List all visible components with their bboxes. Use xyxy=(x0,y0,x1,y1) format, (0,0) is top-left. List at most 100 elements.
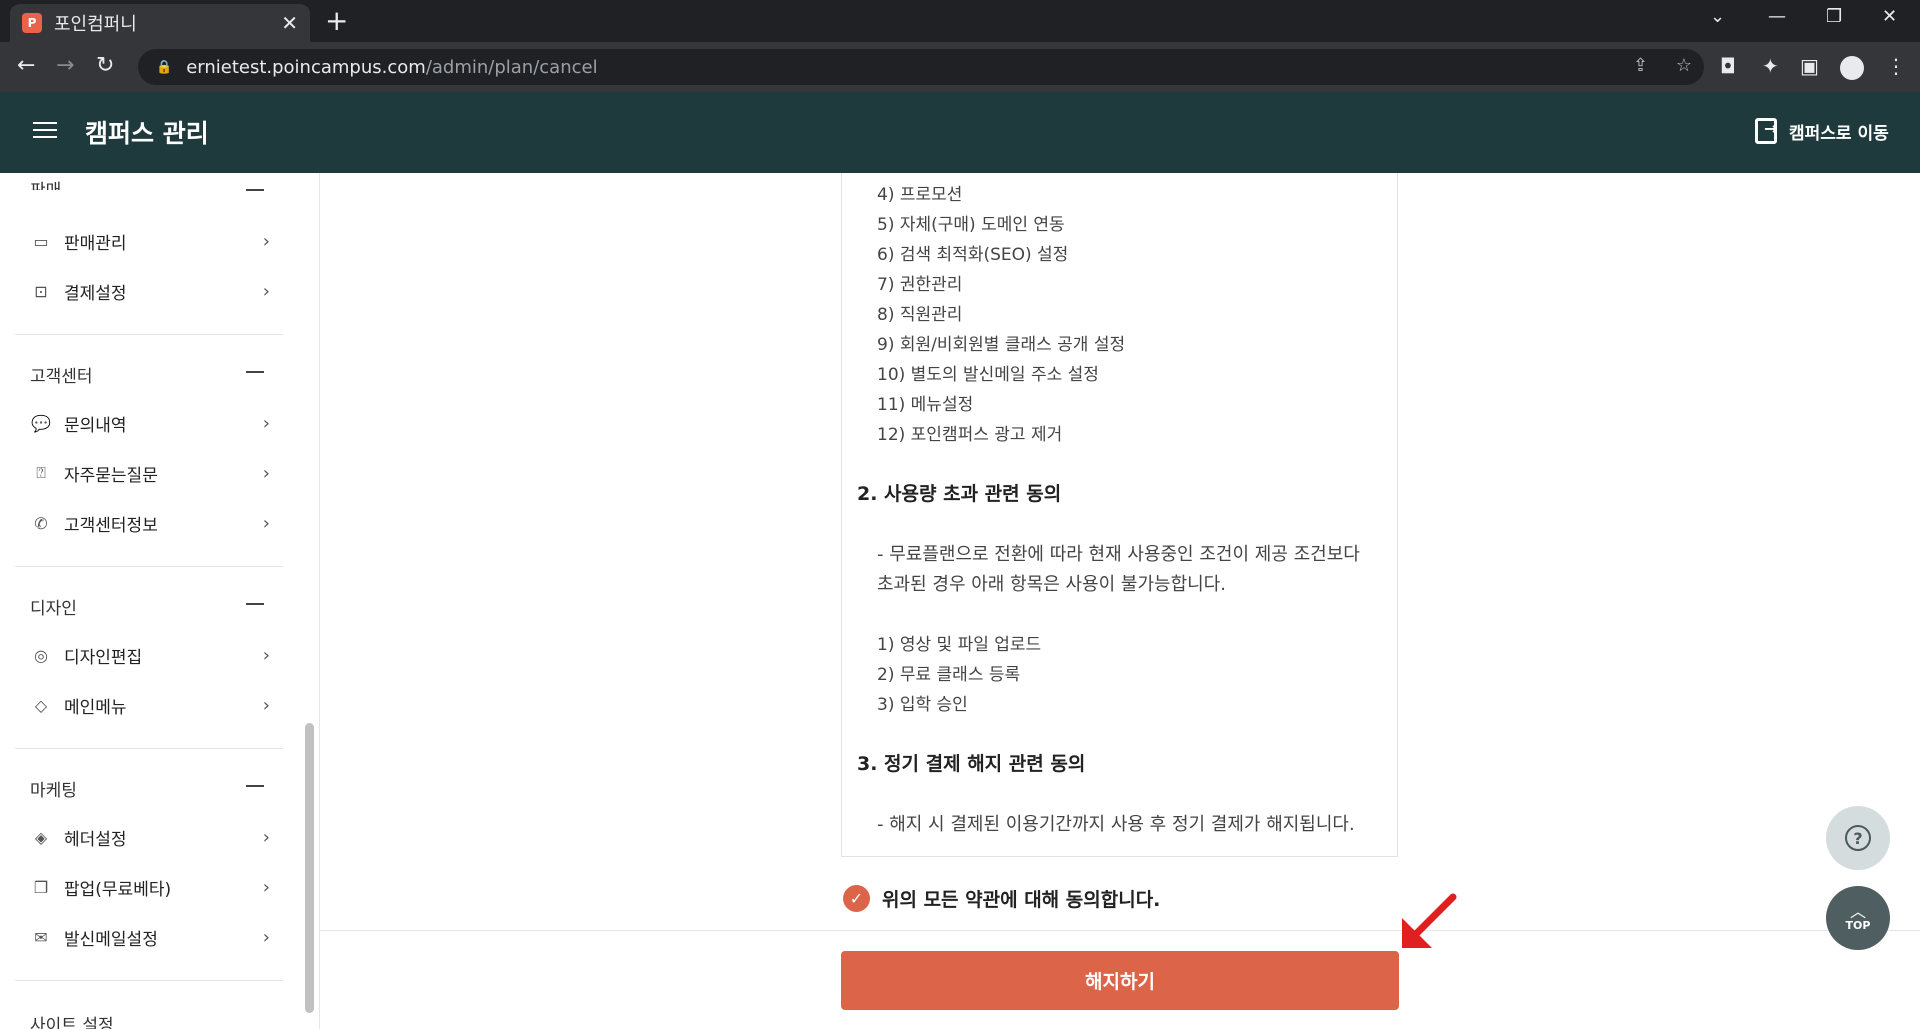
divider xyxy=(15,566,283,567)
divider xyxy=(15,748,283,749)
terms-heading: 2. 사용량 초과 관련 동의 xyxy=(857,483,1062,505)
page-title: 캠퍼스 관리 xyxy=(85,119,209,148)
terms-list-item: 10) 별도의 발신메일 주소 설정 xyxy=(877,365,1099,385)
browser-tabbar: P 포인컴퍼니 ✕ + ⌄ — ❐ ✕ xyxy=(0,0,1920,42)
sidebar-item-label: 문의내역 xyxy=(64,415,127,436)
terms-list-item: 2) 무료 클래스 등록 xyxy=(877,665,1021,685)
terms-list-item: 6) 검색 최적화(SEO) 설정 xyxy=(877,245,1069,265)
chevron-right-icon: › xyxy=(262,280,270,302)
profile-avatar[interactable] xyxy=(1840,56,1864,80)
sidebar-scrollbar[interactable] xyxy=(305,723,314,1013)
annotation-arrow-icon xyxy=(1402,893,1457,948)
tab-close-icon[interactable]: ✕ xyxy=(281,11,298,35)
terms-heading: 3. 정기 결제 해지 관련 동의 xyxy=(857,753,1086,775)
terms-list-item: 4) 프로모션 xyxy=(877,185,963,205)
sidebar-item-main-menu[interactable]: ◇ 메인메뉴 › xyxy=(30,687,270,723)
agree-checkbox[interactable]: ✓ 위의 모든 약관에 대해 동의합니다. xyxy=(843,885,1160,912)
terms-list-item: 5) 자체(구매) 도메인 연동 xyxy=(877,215,1065,235)
chevron-up-icon: ︿ xyxy=(1849,901,1866,921)
sidebar-item-label: 디자인편집 xyxy=(64,647,143,668)
palette-icon: ◎ xyxy=(34,645,48,665)
site-favicon-icon: P xyxy=(22,13,42,33)
sidebar-item-design-edit[interactable]: ◎ 디자인편집 › xyxy=(30,637,270,673)
sidebar-item-payment-settings[interactable]: ⊡ 결제설정 › xyxy=(30,273,270,309)
scroll-top-button[interactable]: ︿ TOP xyxy=(1826,886,1890,950)
terms-list-item: 9) 회원/비회원별 클래스 공개 설정 xyxy=(877,335,1126,355)
card-icon: ▭ xyxy=(33,231,49,251)
sidebar-item-label: 고객센터정보 xyxy=(64,515,158,536)
question-icon: ? xyxy=(1845,825,1871,851)
chevron-right-icon: › xyxy=(262,926,270,948)
terms-list-item: 12) 포인캠퍼스 광고 제거 xyxy=(877,425,1063,445)
close-window-icon[interactable]: ✕ xyxy=(1882,6,1897,27)
browser-tab[interactable]: P 포인컴퍼니 ✕ xyxy=(10,4,310,42)
browser-toolbar: ← → ↻ 🔒 ernietest.poincampus.com/admin/p… xyxy=(0,42,1920,92)
share-icon[interactable]: ⇪ xyxy=(1633,55,1648,76)
url-path: /admin/plan/cancel xyxy=(425,56,598,78)
sidebar-item-sales-manage[interactable]: ▭ 판매관리 › xyxy=(30,223,270,259)
bag-icon: ⊡ xyxy=(34,281,48,301)
terms-paragraph: 초과된 경우 아래 항목은 사용이 불가능합니다. xyxy=(877,574,1226,595)
chevron-right-icon: › xyxy=(262,412,270,434)
go-to-campus-label: 캠퍼스로 이동 xyxy=(1789,123,1889,144)
go-to-campus-button[interactable]: 캠퍼스로 이동 xyxy=(1755,118,1889,144)
sidebar-item-label: 발신메일설정 xyxy=(64,929,158,950)
terms-paragraph: - 해지 시 결제된 이용기간까지 사용 후 정기 결제가 해지됩니다. xyxy=(877,814,1355,835)
section-title-sales: 판매 xyxy=(30,176,61,190)
question-icon: ⍰ xyxy=(36,463,46,482)
checkmark-icon[interactable]: ✓ xyxy=(843,885,870,912)
top-label: TOP xyxy=(1845,918,1871,932)
sidebar-item-sender-mail[interactable]: ✉ 발신메일설정 › xyxy=(30,919,270,955)
reload-icon[interactable]: ↻ xyxy=(96,54,114,78)
sidebar-item-label: 메인메뉴 xyxy=(64,697,127,718)
section-title-design: 디자인 xyxy=(30,599,77,619)
sidebar-item-faq[interactable]: ⍰ 자주묻는질문 › xyxy=(30,455,270,491)
header-icon: ◈ xyxy=(34,827,48,847)
chevron-right-icon: › xyxy=(262,230,270,252)
sidebar-item-header-settings[interactable]: ◈ 헤더설정 › xyxy=(30,819,270,855)
sidebar-item-popup[interactable]: ❒ 팝업(무료베타) › xyxy=(30,869,270,905)
new-tab-icon[interactable]: + xyxy=(325,6,348,36)
sidebar-item-label: 헤더설정 xyxy=(64,829,127,850)
tab-title: 포인컴퍼니 xyxy=(54,14,137,35)
sidebar-item-inquiries[interactable]: 💬 문의내역 › xyxy=(30,405,270,441)
collapse-icon[interactable] xyxy=(246,371,264,373)
back-icon[interactable]: ← xyxy=(17,54,35,78)
section-title-marketing: 마케팅 xyxy=(30,781,77,801)
collapse-icon[interactable] xyxy=(246,785,264,787)
section-title-site-settings: 사이트 설정 xyxy=(30,1016,114,1029)
mail-icon: ✉ xyxy=(34,927,48,947)
chevron-right-icon: › xyxy=(262,876,270,898)
hamburger-menu-icon[interactable] xyxy=(33,122,57,142)
section-title-support: 고객센터 xyxy=(30,367,93,387)
extensions-icon[interactable]: ✦ xyxy=(1762,54,1779,78)
popup-icon: ❒ xyxy=(33,877,49,897)
terms-list-item: 3) 입학 승인 xyxy=(877,695,968,715)
app-header: 캠퍼스 관리 캠퍼스로 이동 xyxy=(0,92,1920,173)
cancel-subscription-button[interactable]: 해지하기 xyxy=(841,951,1399,1010)
phone-icon: ✆ xyxy=(34,513,48,533)
side-panel-icon[interactable]: ▣ xyxy=(1800,54,1819,78)
exit-icon xyxy=(1755,118,1777,144)
sidebar-item-label: 팝업(무료베타) xyxy=(64,879,172,900)
chat-icon: 💬 xyxy=(31,413,51,433)
terms-list-item: 8) 직원관리 xyxy=(877,305,963,325)
chevron-right-icon: › xyxy=(262,512,270,534)
terms-list-item: 11) 메뉴설정 xyxy=(877,395,974,415)
divider xyxy=(15,980,283,981)
address-bar[interactable]: 🔒 ernietest.poincampus.com/admin/plan/ca… xyxy=(138,49,1704,85)
camera-icon[interactable]: ◘ xyxy=(1720,54,1736,78)
terms-list-item: 7) 권한관리 xyxy=(877,275,963,295)
minimize-icon[interactable]: — xyxy=(1768,6,1786,27)
menu-dots-icon[interactable]: ⋮ xyxy=(1886,54,1906,78)
sidebar-item-support-info[interactable]: ✆ 고객센터정보 › xyxy=(30,505,270,541)
forward-icon[interactable]: → xyxy=(56,54,74,78)
restore-icon[interactable]: ❐ xyxy=(1826,6,1842,27)
chevron-right-icon: › xyxy=(262,462,270,484)
help-button[interactable]: ? xyxy=(1826,806,1890,870)
collapse-icon[interactable] xyxy=(246,189,264,191)
collapse-icon[interactable] xyxy=(246,603,264,605)
chevron-right-icon: › xyxy=(262,644,270,666)
tab-search-icon[interactable]: ⌄ xyxy=(1710,6,1725,27)
bookmark-star-icon[interactable]: ☆ xyxy=(1676,55,1692,76)
